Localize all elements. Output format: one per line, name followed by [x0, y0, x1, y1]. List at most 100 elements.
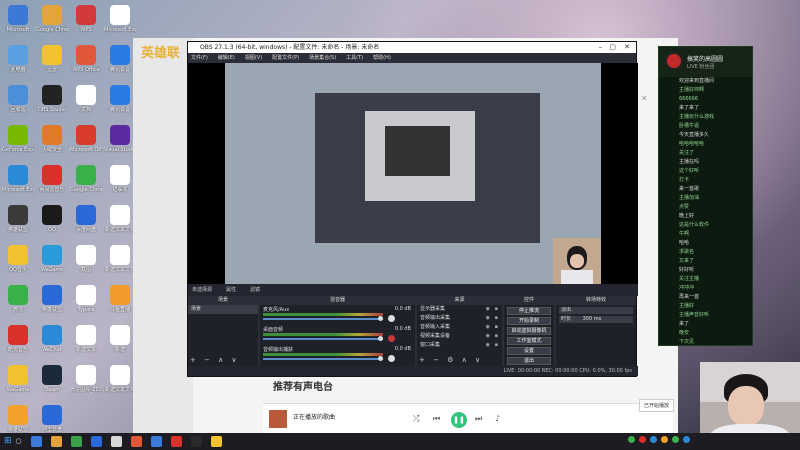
desktop-icon[interactable]: WeGame	[2, 362, 34, 400]
lock-icon[interactable]: ▪	[495, 305, 498, 314]
lock-icon[interactable]: ▪	[495, 332, 498, 341]
desktop-icon[interactable]: 火绒安全	[36, 122, 68, 160]
source-item[interactable]: 显示器采集 ◉ ▪	[417, 305, 502, 314]
desktop-icon[interactable]: Microsoft	[2, 2, 34, 40]
scene-controls[interactable]: + − ∧ ∨	[190, 356, 240, 364]
minimize-icon[interactable]: –	[599, 42, 603, 53]
taskbar-app-icon[interactable]	[170, 436, 182, 447]
tray-icon[interactable]	[639, 436, 646, 443]
desktop-icon[interactable]: 新建文本文档	[104, 242, 136, 280]
close-icon[interactable]: ✕	[624, 42, 630, 53]
volume-slider-knob[interactable]	[378, 356, 383, 361]
desktop-icon[interactable]: Google Chrome	[70, 162, 102, 200]
desktop-icon[interactable]: 酷狗音乐	[2, 322, 34, 360]
tray-icon[interactable]	[650, 436, 657, 443]
desktop-icon[interactable]: 新建文本	[70, 322, 102, 360]
desktop-icon[interactable]: 新建文本文档	[104, 202, 136, 240]
taskbar-app-icon[interactable]	[130, 436, 142, 447]
desktop-icon[interactable]: 英雄联盟	[36, 282, 68, 320]
desktop-icon[interactable]: QQ音乐	[2, 242, 34, 280]
taskbar-app-icon[interactable]	[110, 436, 122, 447]
tray-icon[interactable]	[672, 436, 679, 443]
transition-select[interactable]: 淡出	[559, 307, 633, 314]
play-pause-button[interactable]: ❚❚	[451, 412, 467, 428]
control-button[interactable]: 开始录制	[507, 317, 551, 325]
desktop-icon[interactable]: 迅雷	[36, 42, 68, 80]
volume-slider[interactable]	[263, 338, 383, 340]
source-controls[interactable]: + − ⚙ ∧ ∨	[419, 356, 483, 364]
desktop-icon[interactable]: Google Chrome	[36, 2, 68, 40]
desktop-icon[interactable]: 记事本	[104, 162, 136, 200]
source-toolbar-item[interactable]: 未选择源	[192, 287, 212, 293]
desktop-icon[interactable]: GeForce Experience	[2, 122, 34, 160]
desktop-icon[interactable]: 文档	[70, 82, 102, 120]
desktop-icon[interactable]: 此电脑	[2, 42, 34, 80]
taskbar-app-icon[interactable]	[70, 436, 82, 447]
lock-icon[interactable]: ▪	[495, 323, 498, 332]
desktop-icon[interactable]: 截图	[70, 242, 102, 280]
tray-icon[interactable]	[661, 436, 668, 443]
desktop-icon[interactable]: 腾讯会议	[104, 82, 136, 120]
desktop-icon[interactable]: WPS Office	[70, 42, 102, 80]
desktop-icon[interactable]: 新建文本文档	[104, 362, 136, 400]
next-icon[interactable]: ⏭	[475, 414, 482, 424]
desktop-icon[interactable]: Typora	[70, 282, 102, 320]
prev-icon[interactable]: ⏮	[433, 414, 440, 424]
visibility-icon[interactable]: ◉	[486, 314, 490, 323]
menu-item[interactable]: 帮助(H)	[373, 53, 391, 63]
streamer-avatar[interactable]	[665, 52, 683, 70]
tray-icon[interactable]	[628, 436, 635, 443]
desktop-icon[interactable]: 斗鱼直播	[104, 282, 136, 320]
volume-slider[interactable]	[263, 358, 383, 360]
desktop-icon[interactable]: Visual Studio	[104, 122, 136, 160]
source-item[interactable]: 视频采集设备 ◉ ▪	[417, 332, 502, 341]
visibility-icon[interactable]: ◉	[486, 332, 490, 341]
desktop-icon[interactable]: QQ	[36, 202, 68, 240]
desktop-icon[interactable]: WeGame	[36, 242, 68, 280]
desktop-icon[interactable]: 英雄联盟	[2, 202, 34, 240]
source-item[interactable]: 音频输入采集 ◉ ▪	[417, 323, 502, 332]
transition-duration[interactable]: 时长 300 ms	[559, 316, 633, 323]
taskbar-app-icon[interactable]	[90, 436, 102, 447]
desktop-icon[interactable]: 网易云音乐	[36, 162, 68, 200]
control-button[interactable]: 启动虚拟摄像机	[507, 327, 551, 335]
source-toolbar-item[interactable]: 滤镜	[250, 287, 260, 293]
taskbar-app-icon[interactable]	[190, 436, 202, 447]
volume-icon[interactable]: ♪	[495, 414, 500, 423]
control-button[interactable]: 工作室模式	[507, 337, 551, 345]
desktop-icon[interactable]: WPS	[70, 2, 102, 40]
desktop-icon[interactable]: 新建	[104, 322, 136, 360]
obs-window[interactable]: OBS 27.1.3 (64-bit, windows) - 配置文件: 未命名…	[187, 41, 638, 377]
taskbar-app-icon[interactable]	[50, 436, 62, 447]
visibility-icon[interactable]: ◉	[486, 323, 490, 332]
desktop-icon[interactable]: OBS Studio	[36, 82, 68, 120]
lock-icon[interactable]: ▪	[495, 314, 498, 323]
visibility-icon[interactable]: ◉	[486, 305, 490, 314]
desktop-icon[interactable]: Microsoft Edge	[2, 162, 34, 200]
windows-start-icon[interactable]: ⊞	[4, 436, 12, 447]
control-button[interactable]: 停止推流	[507, 307, 551, 315]
desktop-icon[interactable]: Microsoft Office	[70, 122, 102, 160]
desktop-icon[interactable]: 微信	[2, 282, 34, 320]
taskbar-app-icon[interactable]	[210, 436, 222, 447]
close-icon[interactable]: ✕	[641, 94, 648, 103]
obs-preview[interactable]	[188, 63, 638, 284]
taskbar-app-icon[interactable]	[150, 436, 162, 447]
menu-item[interactable]: 视图(V)	[245, 53, 262, 63]
volume-slider-knob[interactable]	[378, 336, 383, 341]
desktop-icon[interactable]: Microsoft Edge	[104, 2, 136, 40]
lock-icon[interactable]: ▪	[495, 341, 498, 350]
desktop-icon[interactable]: Steam	[36, 362, 68, 400]
menu-item[interactable]: 配置文件(P)	[272, 53, 299, 63]
desktop-icon[interactable]: 微信图片_2022	[70, 362, 102, 400]
control-button[interactable]: 退出	[507, 357, 551, 365]
maximize-icon[interactable]: ▢	[609, 42, 616, 53]
menu-item[interactable]: 编辑(E)	[218, 53, 235, 63]
source-item[interactable]: 音频输出采集 ◉ ▪	[417, 314, 502, 323]
visibility-icon[interactable]: ◉	[486, 341, 490, 350]
shuffle-icon[interactable]: ⤮	[413, 414, 419, 424]
volume-slider[interactable]	[263, 318, 383, 320]
album-cover[interactable]	[269, 410, 287, 428]
source-item[interactable]: 窗口采集 ◉ ▪	[417, 341, 502, 350]
scene-item[interactable]: 场景	[188, 305, 258, 314]
